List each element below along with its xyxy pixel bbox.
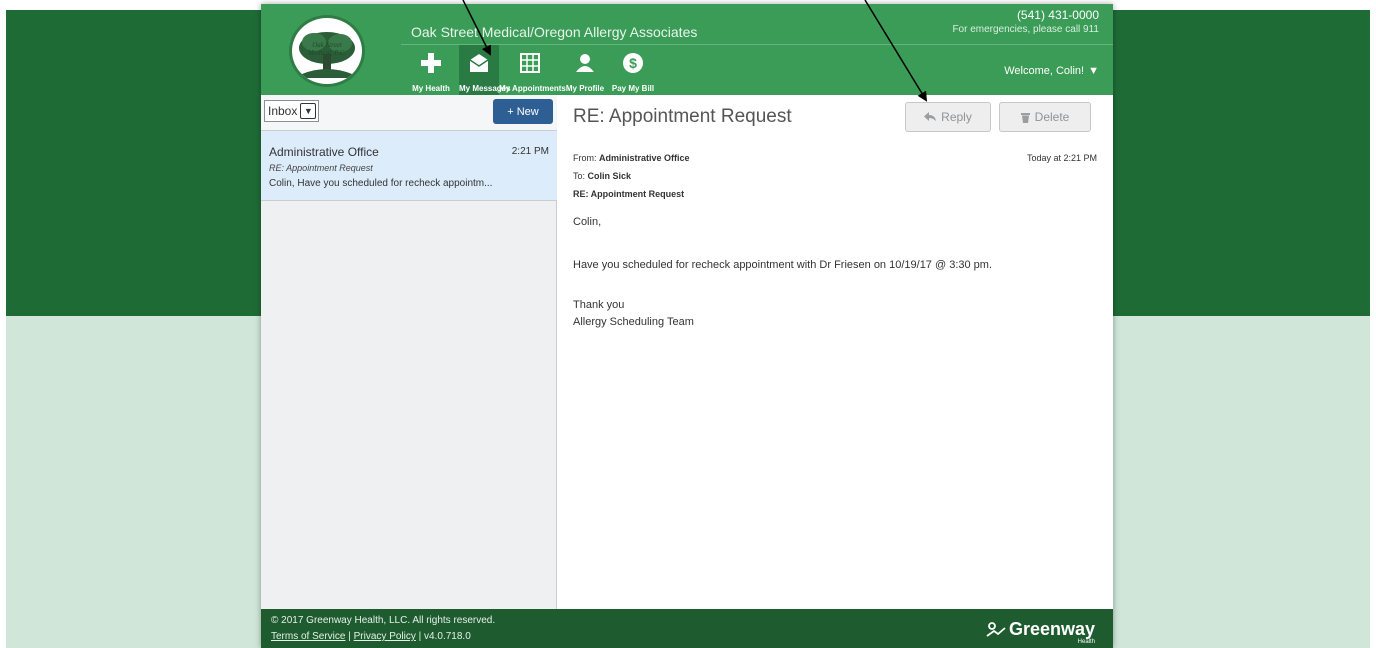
plus-icon — [421, 53, 441, 73]
message-list-pane: Inbox ▼ + New Administrative Office 2:21… — [261, 95, 557, 609]
reply-icon — [924, 112, 937, 121]
from-label: From: — [573, 153, 597, 163]
to-label: To: — [573, 171, 586, 181]
message-list-toolbar: Inbox ▼ + New — [261, 95, 557, 131]
version-text: | v4.0.718.0 — [418, 631, 471, 642]
message-subject: RE: Appointment Request — [269, 163, 373, 173]
footer-separator: | — [348, 631, 351, 642]
message-date: Today at 2:21 PM — [1026, 153, 1097, 163]
nav-my-appointments[interactable]: My Appointments — [499, 45, 566, 95]
nav-pay-my-bill[interactable]: $ Pay My Bill — [609, 45, 657, 95]
message-time: 2:21 PM — [511, 146, 549, 157]
welcome-text: Welcome, Colin! — [1004, 65, 1085, 77]
terms-link[interactable]: Terms of Service — [271, 631, 345, 642]
calendar-icon — [520, 53, 540, 73]
message-view-pane: RE: Appointment Request Reply Delete Fro… — [557, 95, 1113, 609]
person-icon — [576, 54, 594, 72]
chevron-down-icon: ▼ — [300, 103, 317, 119]
practice-logo[interactable]: Oak Street Medical, P.C. — [289, 15, 365, 87]
delete-button[interactable]: Delete — [999, 102, 1091, 132]
message-body-greeting: Colin, — [573, 216, 602, 228]
folder-select[interactable]: Inbox ▼ — [264, 100, 320, 122]
brand-name: Greenway — [1008, 619, 1095, 639]
folder-select-value: Inbox — [268, 104, 298, 118]
trash-icon — [1020, 112, 1030, 123]
message-preview: Colin, Have you scheduled for recheck ap… — [269, 178, 493, 189]
svg-text:$: $ — [629, 55, 637, 71]
nav-label: My Messages — [459, 84, 511, 93]
message-sender: Administrative Office — [269, 145, 379, 159]
nav-my-health[interactable]: My Health — [403, 45, 459, 95]
dollar-icon: $ — [623, 53, 643, 73]
reply-button-label: Reply — [941, 110, 972, 124]
greenway-logo: Greenway — [986, 619, 1095, 640]
copyright-text: © 2017 Greenway Health, LLC. All rights … — [271, 615, 496, 626]
nav-label: Pay My Bill — [611, 84, 655, 93]
logo-text-line1: Oak Street — [312, 41, 342, 49]
message-body-main: Have you scheduled for recheck appointme… — [573, 259, 993, 271]
from-value: Administrative Office — [599, 153, 690, 163]
envelope-icon — [469, 54, 489, 72]
portal-window: Oak Street Medical, P.C. Oak Street Medi… — [261, 4, 1113, 648]
user-menu[interactable]: Welcome, Colin! ▼ — [1004, 65, 1099, 77]
nav-my-profile[interactable]: My Profile — [561, 45, 609, 95]
message-subject-line: RE: Appointment Request — [573, 189, 685, 199]
new-message-button[interactable]: + New — [493, 99, 553, 124]
message-from: From: Administrative Office — [573, 153, 690, 163]
logo-text-line2: Medical, P.C. — [308, 49, 346, 57]
reply-button[interactable]: Reply — [905, 102, 991, 132]
privacy-link[interactable]: Privacy Policy — [354, 631, 416, 642]
caret-down-icon: ▼ — [1088, 65, 1099, 77]
footer-links: Terms of Service | Privacy Policy | v4.0… — [271, 631, 471, 642]
to-value: Colin Sick — [587, 171, 632, 181]
message-title: RE: Appointment Request — [573, 106, 792, 127]
delete-button-label: Delete — [1034, 110, 1070, 124]
nav-my-messages[interactable]: My Messages — [459, 45, 511, 95]
nav-label: My Health — [412, 84, 450, 93]
header: Oak Street Medical, P.C. Oak Street Medi… — [261, 4, 1113, 95]
emergency-notice: For emergencies, please call 911 — [952, 24, 1099, 35]
practice-name: Oak Street Medical/Oregon Allergy Associ… — [411, 24, 698, 40]
nav-label: My Appointments — [499, 84, 566, 93]
brand-subtext: Health — [1077, 639, 1095, 645]
message-list-item[interactable]: Administrative Office 2:21 PM RE: Appoin… — [261, 131, 557, 201]
nav-label: My Profile — [565, 84, 605, 93]
greenway-mark-icon — [986, 621, 1006, 637]
message-body-signature: Allergy Scheduling Team — [573, 316, 694, 328]
message-body-thanks: Thank you — [573, 299, 625, 311]
phone-number: (541) 431-0000 — [1016, 8, 1099, 22]
message-to: To: Colin Sick — [573, 171, 631, 181]
footer: © 2017 Greenway Health, LLC. All rights … — [261, 609, 1113, 648]
